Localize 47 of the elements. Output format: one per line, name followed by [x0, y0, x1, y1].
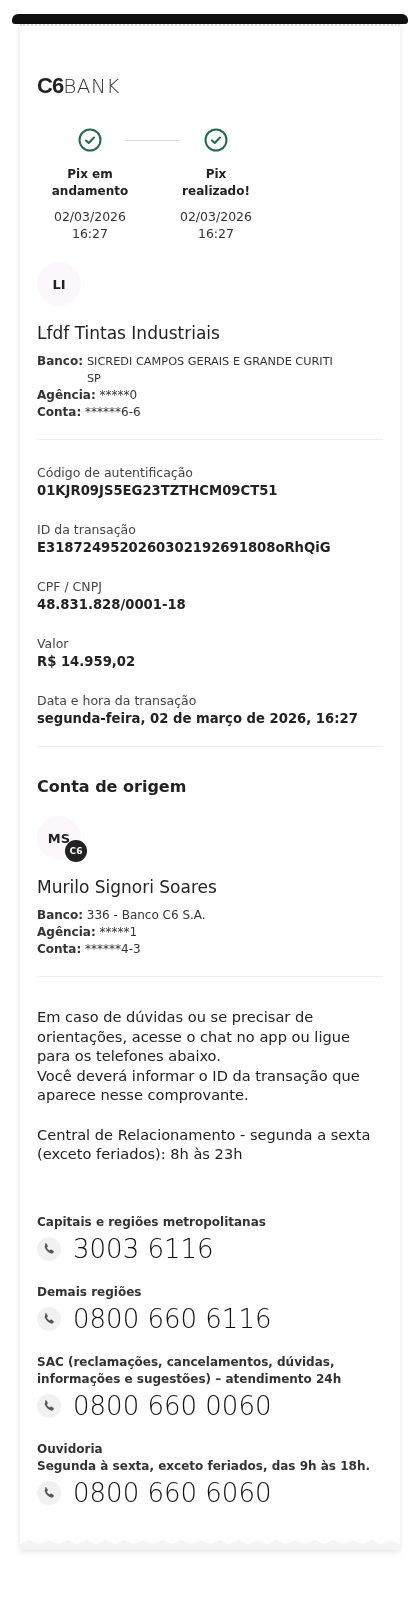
recipient-name: Lfdf Tintas Industriais: [37, 322, 221, 344]
step-date: 02/03/2026 16:27: [53, 208, 126, 242]
help-paragraph: Você deverá informar o ID da transação que aparece nesse comprovante.: [37, 1065, 361, 1105]
step-title: Pix realizado!: [181, 166, 251, 200]
c6-bank-logo: C6BANK: [37, 74, 120, 98]
detail-value: E3187249520260302192691808oRhQiG: [37, 539, 332, 557]
phone-icon: [37, 1393, 61, 1418]
account-label: Conta:: [37, 942, 82, 956]
detail-label: CPF / CNPJ: [37, 578, 103, 595]
section-heading: Conta de origem: [37, 777, 188, 796]
bank-name: SICREDI CAMPOS GERAIS E GRANDE CURITI SP: [86, 354, 333, 387]
avatar-initials: LI: [52, 276, 66, 292]
bank-label: Banco:: [37, 353, 83, 370]
phone-icon: [37, 1480, 61, 1505]
contact-label: Capitais e regiões metropolitanas: [37, 1213, 267, 1231]
agency-number: *****1: [99, 925, 138, 939]
agency-label: Agência:: [37, 925, 96, 939]
account-number: ******6-6: [85, 405, 141, 419]
step-date: 02/03/2026 16:27: [179, 208, 252, 242]
phone-number[interactable]: 0800 660 0060: [73, 1390, 272, 1421]
contact-hours: Segunda à sexta, exceto feriados, das 9h às 18h.: [37, 1457, 371, 1475]
help-paragraph: Em caso de dúvidas ou se precisar de orientações, acesse o chat no app ou ligue para os telefones abaixo.: [37, 1007, 351, 1066]
bank-name: 336 - Banco C6 S.A.: [86, 908, 206, 922]
phone-icon: [37, 1306, 61, 1331]
detail-label: ID da transação: [37, 521, 137, 538]
detail-value: 48.831.828/0001-18: [37, 596, 187, 614]
detail-label: Código de autentificação: [37, 464, 194, 481]
contact-label: Ouvidoria: [37, 1440, 104, 1458]
detail-value: R$ 14.959,02: [37, 653, 137, 671]
bank-label: Banco:: [37, 908, 83, 922]
detail-label: Data e hora da transação: [37, 692, 198, 709]
support-hours: Central de Relacionamento - segunda a sexta (exceto feriados): 8h às 23h: [37, 1124, 372, 1164]
contact-label: SAC (reclamações, cancelamentos, dúvidas, informações e sugestões) – atendimento 24h: [37, 1353, 343, 1388]
agency-label: Agência:: [37, 388, 96, 402]
phone-icon: [37, 1236, 61, 1261]
phone-number[interactable]: 3003 6116: [73, 1233, 214, 1264]
detail-value: 01KJR09JS5EG23TZTHCM09CT51: [37, 482, 279, 500]
detail-label: Valor: [37, 635, 70, 652]
account-label: Conta:: [37, 405, 82, 419]
phone-number[interactable]: 0800 660 6116: [73, 1303, 272, 1334]
contact-label: Demais regiões: [37, 1283, 143, 1301]
detail-value: segunda-feira, 02 de março de 2026, 16:27: [37, 710, 359, 728]
sender-name: Murilo Signori Soares: [37, 876, 218, 898]
phone-number[interactable]: 0800 660 6060: [73, 1477, 272, 1508]
account-number: ******4-3: [85, 942, 141, 956]
agency-number: *****0: [99, 388, 138, 402]
step-title: Pix em andamento: [50, 166, 130, 200]
